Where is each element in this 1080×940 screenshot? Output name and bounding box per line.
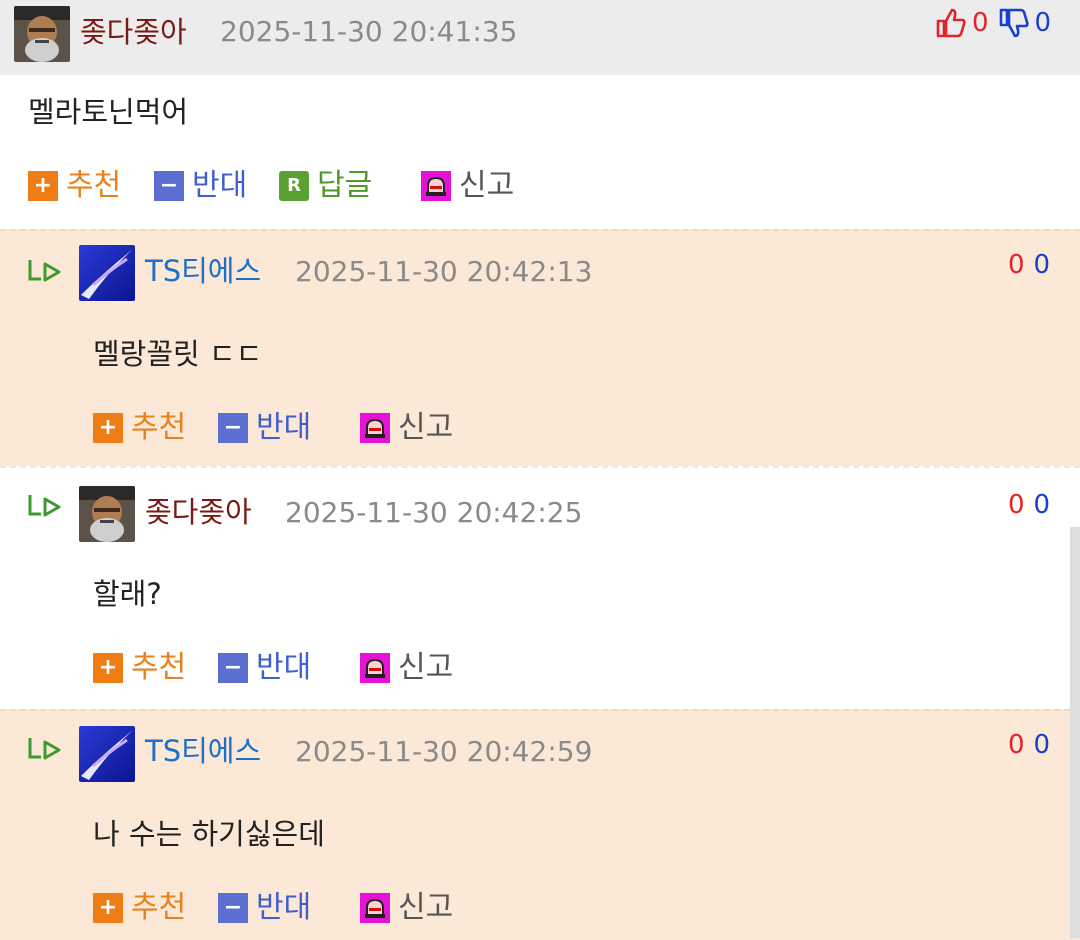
oppose-label: 반대 [256,650,312,685]
avatar[interactable] [79,245,135,301]
reply-item: TS티에스 2025-11-30 20:42:59 0 0 나 수는 하기싫은데… [0,709,1080,940]
oppose-label: 반대 [192,168,248,203]
dwarf-avatar-image [14,6,70,62]
comment-datetime: 2025-11-30 20:42:13 [295,255,593,288]
main-comment-header: 좆다좆아 2025-11-30 20:41:35 0 0 [0,0,1080,75]
comment-text: 멜라토닌먹어 [28,95,189,129]
comment-text: 할래? [93,577,162,611]
reply-label: 답글 [317,168,373,203]
oppose-button[interactable]: − 반대 [218,648,311,688]
plus-icon: + [93,413,123,443]
upvote-count[interactable]: 0 [1008,728,1025,762]
reply-item: TS티에스 2025-11-30 20:42:13 0 0 멜랑꼴릿 ㄷㄷ + … [0,229,1080,468]
recommend-button[interactable]: + 추천 [28,166,121,206]
comment-author[interactable]: 좆다좆아 [80,12,187,52]
minus-icon: − [218,653,248,683]
comment-text: 멜랑꼴릿 ㄷㄷ [93,337,263,371]
downvote-count: 0 [1034,8,1052,38]
recommend-label: 추천 [66,168,122,203]
alarm-icon [421,171,451,201]
recommend-label: 추천 [131,890,187,925]
minus-icon: − [218,413,248,443]
comment-actions: + 추천 − 반대 신고 [93,888,593,928]
avatar[interactable] [79,726,135,782]
report-label: 신고 [398,410,454,445]
comment-actions: + 추천 − 반대 R 답글 신고 [28,166,628,206]
downvote-count[interactable]: 0 [1034,728,1051,762]
oppose-button[interactable]: − 반대 [154,166,247,206]
comment-author[interactable]: TS티에스 [145,251,261,291]
lightning-avatar-image [79,726,135,782]
report-label: 신고 [398,650,454,685]
alarm-icon [360,653,390,683]
alarm-icon [360,413,390,443]
report-button[interactable]: 신고 [360,888,453,928]
recommend-button[interactable]: + 추천 [93,888,186,928]
downvote-count[interactable]: 0 [1034,488,1051,522]
recommend-button[interactable]: + 추천 [93,648,186,688]
downvote-count[interactable]: 0 [1034,248,1051,282]
oppose-label: 반대 [256,890,312,925]
oppose-button[interactable]: − 반대 [218,888,311,928]
avatar[interactable] [79,486,135,542]
plus-icon: + [93,653,123,683]
reply-arrow-icon [27,735,63,765]
recommend-button[interactable]: + 추천 [93,408,186,448]
reply-arrow-icon [27,257,63,287]
report-button[interactable]: 신고 [360,408,453,448]
minus-icon: − [218,893,248,923]
alarm-icon [360,893,390,923]
upvote-count: 0 [972,8,989,38]
reply-r-icon: R [279,171,309,201]
comment-author[interactable]: 좆다좆아 [145,492,252,532]
minus-icon: − [154,171,184,201]
comment-datetime: 2025-11-30 20:42:25 [285,496,583,529]
report-label: 신고 [398,890,454,925]
recommend-label: 추천 [131,650,187,685]
comment-datetime: 2025-11-30 20:41:35 [220,15,518,48]
report-button[interactable]: 신고 [360,648,453,688]
dwarf-avatar-image [79,486,135,542]
main-comment-body: 멜라토닌먹어 + 추천 − 반대 R 답글 신고 [0,75,1080,229]
plus-icon: + [28,171,58,201]
scrollbar[interactable] [1070,527,1080,938]
reply-item: 좆다좆아 2025-11-30 20:42:25 0 0 할래? + 추천 − … [0,466,1080,711]
thumbs-down-icon[interactable] [997,6,1031,40]
vote-counter: 0 0 [934,6,1051,40]
thumbs-up-icon[interactable] [934,6,968,40]
oppose-label: 반대 [256,410,312,445]
reply-button[interactable]: R 답글 [279,166,372,206]
avatar[interactable] [14,6,70,62]
oppose-button[interactable]: − 반대 [218,408,311,448]
vote-counter: 0 0 [1008,728,1050,762]
lightning-avatar-image [79,245,135,301]
report-label: 신고 [459,168,515,203]
vote-counter: 0 0 [1008,488,1050,522]
reply-arrow-icon [27,492,63,522]
report-button[interactable]: 신고 [421,166,514,206]
plus-icon: + [93,893,123,923]
comment-text: 나 수는 하기싫은데 [93,817,325,851]
upvote-count[interactable]: 0 [1008,488,1025,522]
comment-datetime: 2025-11-30 20:42:59 [295,735,593,768]
vote-counter: 0 0 [1008,248,1050,282]
recommend-label: 추천 [131,410,187,445]
comment-author[interactable]: TS티에스 [145,731,261,771]
comment-actions: + 추천 − 반대 신고 [93,648,593,688]
upvote-count[interactable]: 0 [1008,248,1025,282]
comment-actions: + 추천 − 반대 신고 [93,408,593,448]
